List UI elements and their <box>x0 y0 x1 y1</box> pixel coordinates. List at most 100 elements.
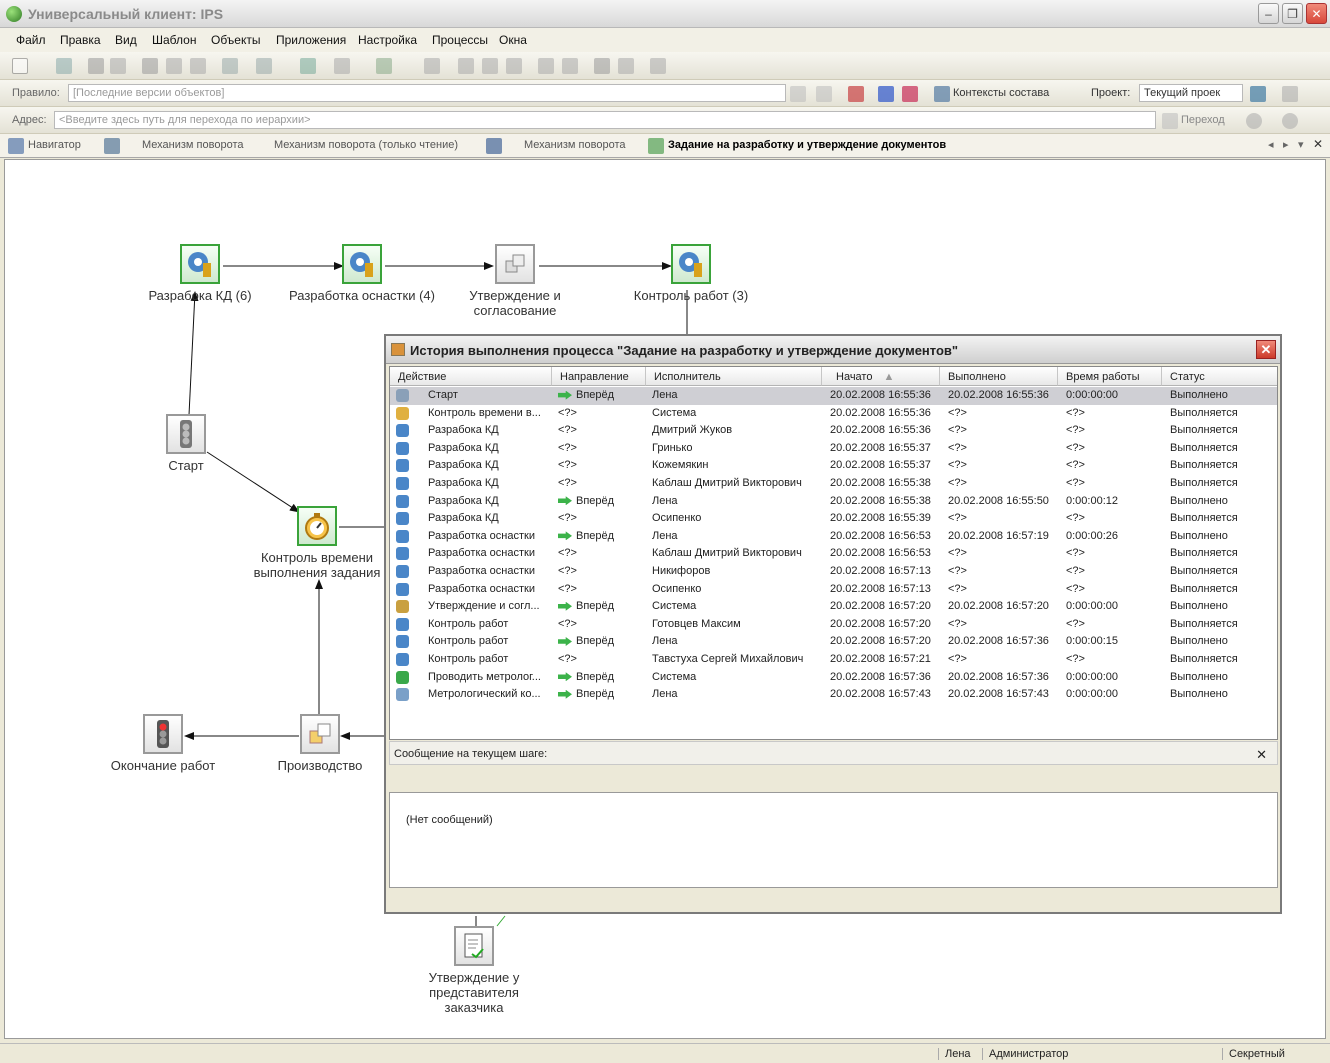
main-toolbar <box>0 52 1330 80</box>
rule-select[interactable]: [Последние версии объектов] <box>68 84 786 102</box>
table-row[interactable]: Контроль работ <?> Готовцев Максим 20.02.20… <box>390 616 1277 634</box>
tools-icon[interactable] <box>650 58 666 74</box>
table-row[interactable]: Метрологический ко... Вперёд Лена 20.02.200… <box>390 686 1277 704</box>
window-title: Универсальный клиент: IPS <box>28 6 224 22</box>
table-row[interactable]: Разрабока КД <?> Гринько 20.02.2008 16:55:3… <box>390 440 1277 458</box>
tab-process[interactable]: Задание на разработку и утверждение доку… <box>668 139 946 151</box>
menu-applications[interactable]: Приложения <box>276 33 346 47</box>
unlock-icon[interactable] <box>562 58 578 74</box>
table-row[interactable]: Разрабока КД <?> Кожемякин 20.02.2008 16:55… <box>390 457 1277 475</box>
table-row[interactable]: Разработка оснастки Вперёд Лена 20.02.2008 … <box>390 528 1277 546</box>
table-row[interactable]: Разрабока КД Вперёд Лена 20.02.2008 16:55:3… <box>390 493 1277 511</box>
table-row[interactable]: Разработка оснастки <?> Никифоров 20.02.200… <box>390 563 1277 581</box>
node-production[interactable]: Производство <box>267 714 373 773</box>
node-control[interactable]: Контроль работ (3) <box>623 244 759 303</box>
menu-processes[interactable]: Процессы <box>432 33 488 47</box>
new-document-icon[interactable] <box>12 58 28 74</box>
context-button[interactable]: Контексты состава <box>953 87 1049 99</box>
forward-icon[interactable] <box>1282 113 1298 129</box>
tab-mechanism-2[interactable]: Механизм поворота <box>524 139 625 151</box>
cell-performer: Каблаш Дмитрий Викторович <box>652 547 802 560</box>
table-row[interactable]: Разрабока КД <?> Каблаш Дмитрий Викторович… <box>390 475 1277 493</box>
table-row[interactable]: Контроль работ Вперёд Лена 20.02.2008 16:57… <box>390 633 1277 651</box>
undo-icon[interactable] <box>222 58 238 74</box>
tab-list-icon[interactable]: ▾ <box>1298 138 1304 151</box>
tab-close-icon[interactable]: ✕ <box>1313 137 1323 151</box>
col-performer[interactable]: Исполнитель <box>646 367 822 386</box>
print-icon[interactable] <box>88 58 104 74</box>
tab-mechanism-readonly[interactable]: Механизм поворота (только чтение) <box>274 139 458 151</box>
delete-icon[interactable] <box>594 58 610 74</box>
node-timer[interactable]: Контроль времени выполнения задания <box>247 506 387 580</box>
node-approval[interactable]: Утверждение и согласование <box>457 244 573 318</box>
project-select[interactable]: Текущий проек <box>1139 84 1243 102</box>
tree-expand-icon[interactable] <box>878 86 894 102</box>
table-row[interactable]: Разрабока КД <?> Осипенко 20.02.2008 16:55:… <box>390 510 1277 528</box>
node-tooling[interactable]: Разработка оснастки (4) <box>289 244 435 303</box>
cut-icon[interactable] <box>142 58 158 74</box>
dialog-close-button[interactable]: ✕ <box>1256 340 1276 359</box>
tab-navigator[interactable]: Навигатор <box>28 139 81 151</box>
refresh-icon[interactable] <box>376 58 392 74</box>
dialog-title-bar: История выполнения процесса "Задание на … <box>386 336 1280 364</box>
node-end[interactable]: Окончание работ <box>103 714 223 773</box>
menu-view[interactable]: Вид <box>115 33 137 47</box>
lock-icon[interactable] <box>538 58 554 74</box>
rule-settings-icon[interactable] <box>790 86 806 102</box>
col-direction[interactable]: Направление <box>552 367 646 386</box>
redo-icon[interactable] <box>256 58 272 74</box>
import-icon[interactable] <box>300 58 316 74</box>
export-icon[interactable] <box>334 58 350 74</box>
message-box[interactable]: (Нет сообщений) <box>389 792 1278 888</box>
filter-icon[interactable] <box>848 86 864 102</box>
tree-collapse-icon[interactable] <box>902 86 918 102</box>
project-refresh-icon[interactable] <box>1250 86 1266 102</box>
table-row[interactable]: Разработка оснастки <?> Осипенко 20.02.2008… <box>390 581 1277 599</box>
save-icon[interactable] <box>56 58 72 74</box>
menu-template[interactable]: Шаблон <box>152 33 196 47</box>
col-status[interactable]: Статус <box>1162 367 1277 386</box>
menu-settings[interactable]: Настройка <box>358 33 417 47</box>
go-button[interactable]: Переход <box>1181 114 1225 126</box>
back-icon[interactable] <box>1246 113 1262 129</box>
paste-icon[interactable] <box>190 58 206 74</box>
table-row[interactable]: Разрабока КД <?> Дмитрий Жуков 20.02.2008 1… <box>390 422 1277 440</box>
node-kd[interactable]: Разрабока КД (6) <box>137 244 263 303</box>
col-action[interactable]: Действие <box>390 367 552 386</box>
tab-next-icon[interactable]: ▸ <box>1283 138 1289 151</box>
menu-file[interactable]: Файл <box>16 33 46 47</box>
action-type-icon <box>396 477 409 490</box>
project-options-icon[interactable] <box>1282 86 1298 102</box>
print-preview-icon[interactable] <box>110 58 126 74</box>
message-close-icon[interactable]: ✕ <box>1256 747 1267 763</box>
address-input[interactable]: <Введите здесь путь для перехода по иера… <box>54 111 1156 129</box>
col-finished[interactable]: Выполнено <box>940 367 1058 386</box>
menu-edit[interactable]: Правка <box>60 33 101 47</box>
menu-windows[interactable]: Окна <box>499 33 527 47</box>
table-row[interactable]: Разработка оснастки <?> Каблаш Дмитрий Вик… <box>390 545 1277 563</box>
maximize-button[interactable]: ❐ <box>1282 3 1303 24</box>
node-start[interactable]: Старт <box>151 414 221 473</box>
list-icon[interactable] <box>424 58 440 74</box>
edit-icon[interactable] <box>458 58 474 74</box>
tab-prev-icon[interactable]: ◂ <box>1268 138 1274 151</box>
cell-finished: <?> <box>948 565 967 577</box>
hierarchy-icon[interactable] <box>816 86 832 102</box>
table-row[interactable]: Старт Вперёд Лена 20.02.2008 16:55:36 20.02.… <box>390 387 1277 405</box>
node-customer[interactable]: Утверждение у представителя заказчика <box>411 926 537 1015</box>
tab-mechanism[interactable]: Механизм поворота <box>142 139 243 151</box>
col-started[interactable]: Начато ▲ <box>822 367 940 386</box>
minimize-button[interactable]: – <box>1258 3 1279 24</box>
close-button[interactable]: ✕ <box>1306 3 1327 24</box>
duplicate-icon[interactable] <box>482 58 498 74</box>
link-icon[interactable] <box>506 58 522 74</box>
col-duration[interactable]: Время работы <box>1058 367 1162 386</box>
menu-objects[interactable]: Объекты <box>211 33 261 47</box>
table-row[interactable]: Контроль работ <?> Тавстуха Сергей Михайло… <box>390 651 1277 669</box>
copy-icon[interactable] <box>166 58 182 74</box>
table-row[interactable]: Контроль времени в... <?> Система 20.02.200… <box>390 405 1277 423</box>
table-row[interactable]: Проводить метролог... Вперёд Система 20.02.… <box>390 669 1277 687</box>
properties-icon[interactable] <box>618 58 634 74</box>
table-row[interactable]: Утверждение и согл... Вперёд Система 20.02.… <box>390 598 1277 616</box>
node-timer-label: Контроль времени выполнения задания <box>253 550 381 580</box>
